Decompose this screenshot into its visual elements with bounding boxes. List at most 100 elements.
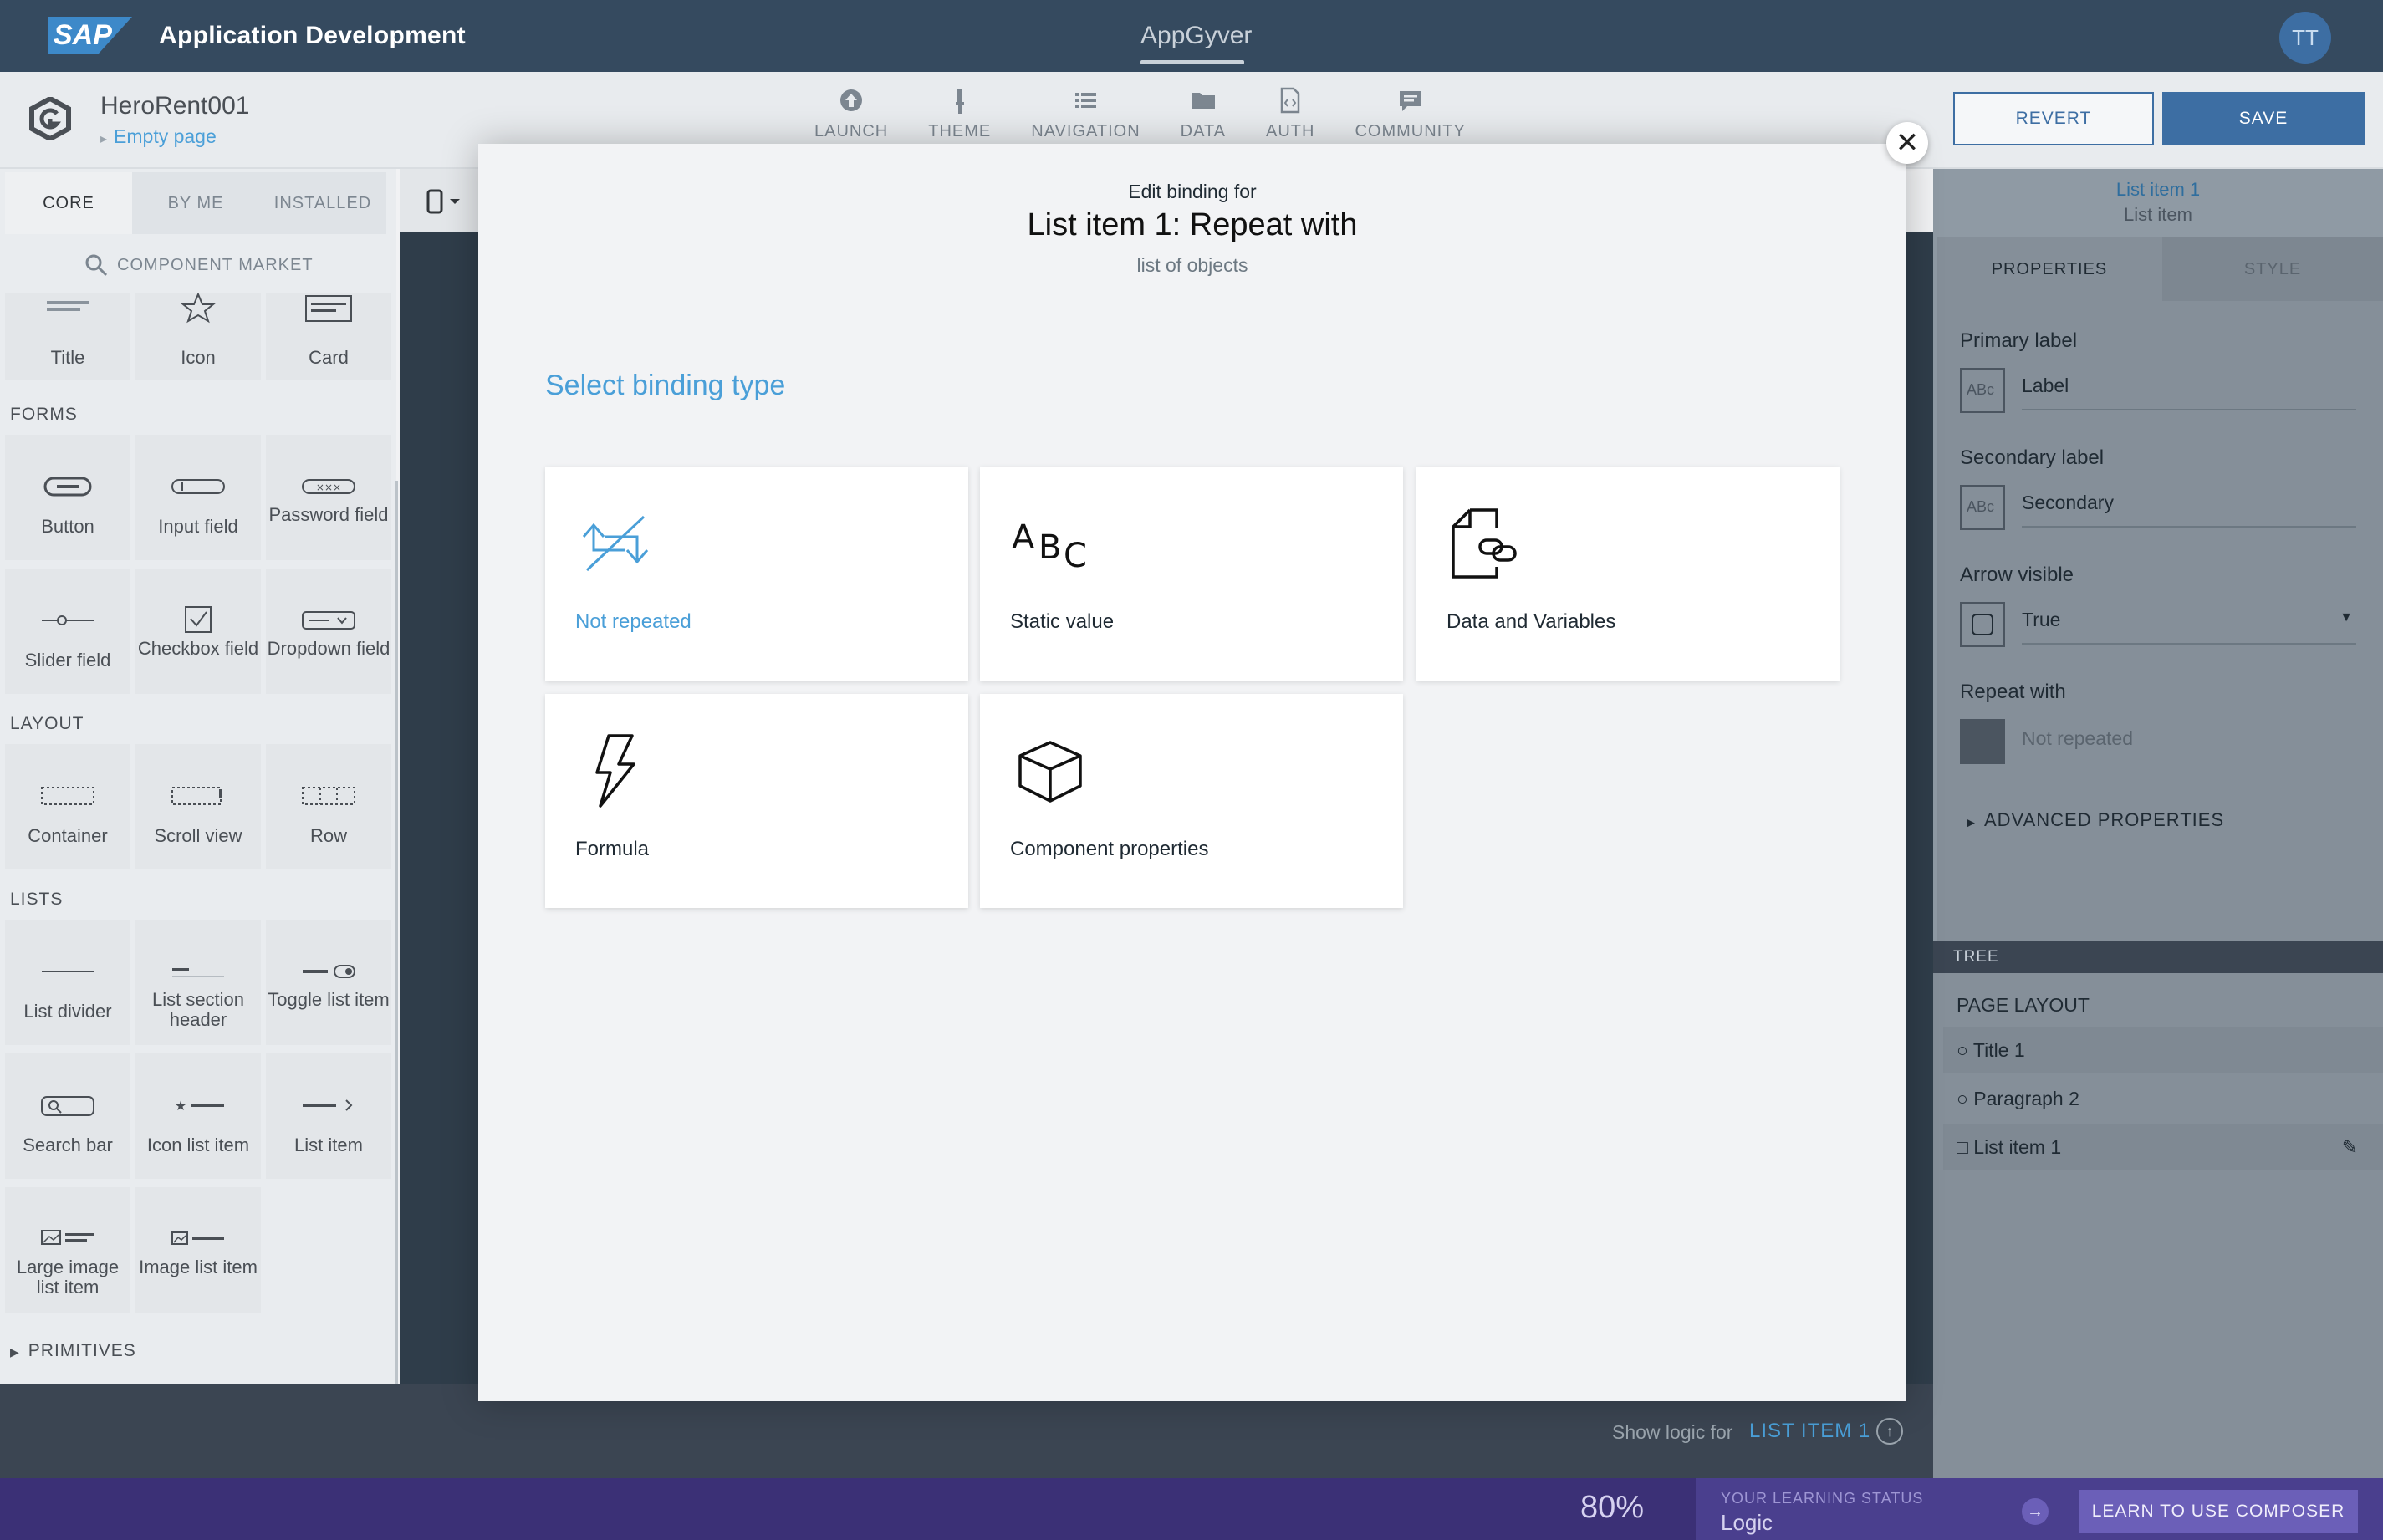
component-tile-image-list-item[interactable]: Image list item (135, 1187, 261, 1313)
binding-option-label: Not repeated (575, 610, 691, 633)
svg-text:C: C (1064, 537, 1087, 575)
learn-to-use-composer-button[interactable]: LEARN TO USE COMPOSER (2079, 1490, 2358, 1533)
tree-item-title-1[interactable]: ○ Title 1 (1943, 1027, 2383, 1073)
edit-pencil-icon[interactable]: ✎ (2342, 1124, 2358, 1170)
repeat-with-value[interactable]: Not repeated (2022, 727, 2356, 762)
dropdown-icon (302, 611, 355, 630)
arrow-visible-select[interactable]: True ▼ (2022, 609, 2356, 645)
top-navigation: LAUNCH THEME NAVIGATION DATA AUTH COMMUN… (794, 85, 1486, 141)
component-tile-row[interactable]: Row (266, 744, 391, 869)
nav-theme[interactable]: THEME (908, 85, 1011, 141)
tree-item-list-item-1[interactable]: □ List item 1 ✎ (1943, 1124, 2383, 1170)
tab-style[interactable]: STYLE (2162, 237, 2383, 301)
primary-label-input[interactable]: Label (2022, 375, 2356, 410)
arrow-right-icon[interactable]: → (2022, 1498, 2049, 1525)
component-tile-password-field[interactable]: ××× Password field (266, 435, 391, 560)
tile-label: Input field (158, 516, 238, 537)
svg-text:A: A (1012, 518, 1035, 557)
card-icon (305, 295, 352, 322)
component-tile-large-image-list-item[interactable]: Large image list item (5, 1187, 130, 1313)
expand-logic-icon[interactable]: ↑ (1876, 1418, 1903, 1445)
component-tile-container[interactable]: Container (5, 744, 130, 869)
component-tile-toggle-list-item[interactable]: Toggle list item (266, 920, 391, 1045)
component-tile-icon-list-item[interactable]: ★ Icon list item (135, 1053, 261, 1179)
binding-option-component-properties[interactable]: Component properties (980, 694, 1403, 908)
library-tabs: CORE BY ME INSTALLED (5, 172, 386, 234)
primitives-section-toggle[interactable]: ▶ PRIMITIVES (10, 1341, 136, 1361)
component-tile-input-field[interactable]: Input field (135, 435, 261, 560)
nav-community[interactable]: COMMUNITY (1334, 85, 1485, 141)
close-icon[interactable]: ✕ (1886, 122, 1928, 164)
show-logic-label: Show logic for (1612, 1421, 1733, 1443)
password-field-icon: ××× (302, 479, 355, 494)
tab-core[interactable]: CORE (5, 172, 132, 234)
container-icon (41, 787, 94, 805)
cube-icon (1018, 741, 1082, 803)
learning-percent: 80% (1580, 1490, 1645, 1525)
advanced-properties-toggle[interactable]: ▶ ADVANCED PROPERTIES (1967, 809, 2224, 831)
text-abc-icon[interactable]: ABc (1960, 368, 2005, 413)
repeat-with-label: Repeat with (1960, 681, 2066, 703)
component-tile-list-section-header[interactable]: List section header (135, 920, 261, 1045)
tree-item-paragraph-2[interactable]: ○ Paragraph 2 (1943, 1075, 2383, 1122)
scroll-view-icon (171, 787, 222, 805)
left-panel-scrollbar[interactable] (395, 481, 398, 1384)
component-tile-list-divider[interactable]: List divider (5, 920, 130, 1045)
component-tile-slider-field[interactable]: Slider field (5, 569, 130, 694)
tree-header: TREE (1933, 941, 2383, 973)
list-section-header-icon (172, 968, 224, 977)
selected-component-title[interactable]: List item 1 (1933, 179, 2383, 201)
tile-label: Large image list item (16, 1257, 120, 1298)
tab-installed[interactable]: INSTALLED (259, 172, 386, 234)
binding-option-label: Static value (1010, 610, 1115, 633)
nav-data[interactable]: DATA (1161, 85, 1246, 141)
nav-navigation[interactable]: NAVIGATION (1011, 85, 1160, 141)
abc-icon: A B C (1012, 518, 1087, 575)
component-tile-scroll-view[interactable]: Scroll view (135, 744, 261, 869)
lightning-icon (595, 734, 635, 808)
nav-auth[interactable]: AUTH (1246, 85, 1334, 141)
text-abc-icon[interactable]: ABc (1960, 485, 2005, 530)
component-tile-button[interactable]: Button (5, 435, 130, 560)
binding-option-static-value[interactable]: A B C Static value (980, 467, 1403, 681)
secondary-label-input[interactable]: Secondary (2022, 492, 2356, 528)
arrow-visible-label: Arrow visible (1960, 563, 2074, 586)
sap-logo: SAP (48, 17, 132, 54)
component-tile-card[interactable]: Card (266, 293, 391, 380)
component-market-link[interactable]: COMPONENT MARKET (117, 256, 314, 275)
save-button[interactable]: SAVE (2162, 92, 2365, 145)
device-selector[interactable] (400, 169, 480, 232)
toggle-icon[interactable] (1960, 602, 2005, 647)
page-selector-link[interactable]: Empty page (100, 125, 217, 148)
tab-by-me[interactable]: BY ME (132, 172, 259, 234)
large-image-list-item-icon (41, 1230, 94, 1245)
component-tile-dropdown-field[interactable]: Dropdown field (266, 569, 391, 694)
tab-appgyver[interactable]: AppGyver (1140, 22, 1252, 50)
nav-auth-label: AUTH (1266, 122, 1315, 140)
component-tile-list-item[interactable]: List item (266, 1053, 391, 1179)
tab-properties[interactable]: PROPERTIES (1937, 237, 2162, 301)
nav-launch[interactable]: LAUNCH (794, 85, 908, 141)
tile-label: Search bar (23, 1135, 113, 1155)
revert-button[interactable]: REVERT (1953, 92, 2154, 145)
section-lists: LISTS (10, 890, 64, 909)
component-tile-title[interactable]: Title (5, 293, 130, 380)
project-name: HeroRent001 (100, 92, 250, 120)
component-tile-icon[interactable]: Icon (135, 293, 261, 380)
binding-option-not-repeated[interactable]: Not repeated (545, 467, 968, 681)
component-tile-search-bar[interactable]: Search bar (5, 1053, 130, 1179)
arrow-visible-value: True (2022, 609, 2061, 630)
page-layout-label: PAGE LAYOUT (1957, 994, 2090, 1016)
binding-option-formula[interactable]: Formula (545, 694, 968, 908)
list-item-icon (303, 1099, 353, 1111)
user-avatar[interactable]: TT (2279, 12, 2331, 64)
show-logic-target-link[interactable]: LIST ITEM 1 (1749, 1420, 1870, 1443)
svg-text:×××: ××× (316, 482, 341, 493)
binding-option-data-and-variables[interactable]: Data and Variables (1416, 467, 1840, 681)
checkbox-icon (185, 606, 212, 633)
component-tile-checkbox-field[interactable]: Checkbox field (135, 569, 261, 694)
modal-title: List item 1: Repeat with (1027, 207, 1358, 242)
not-repeated-icon[interactable] (1960, 719, 2005, 764)
toggle-list-item-icon (303, 965, 355, 978)
shell-title: Application Development (159, 22, 466, 49)
